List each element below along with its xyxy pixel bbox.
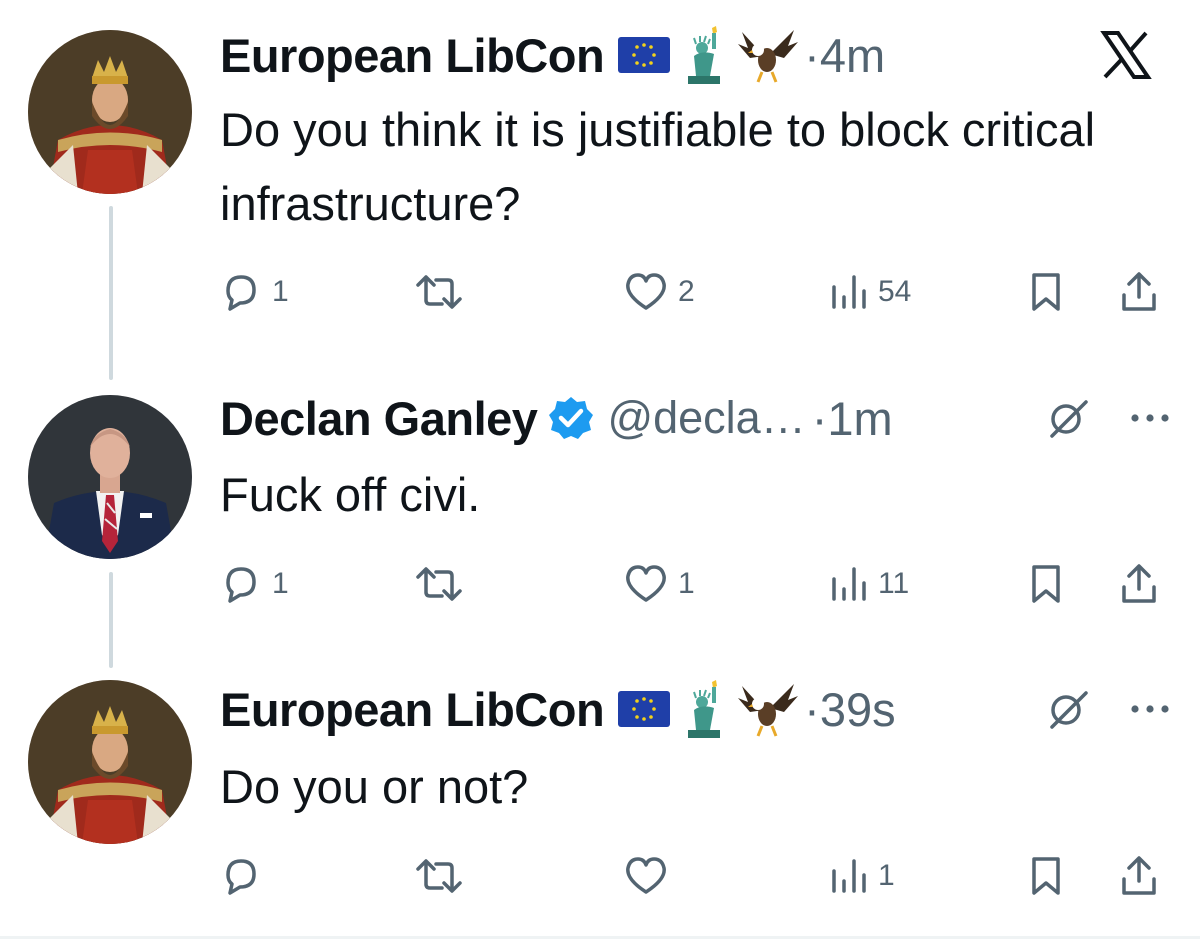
name-emojis	[618, 24, 799, 86]
like-button[interactable]	[622, 852, 678, 900]
author-name[interactable]: European LibCon	[220, 682, 605, 737]
avatar-portrait	[28, 395, 192, 559]
action-bar: 1 2 54	[218, 268, 1178, 316]
timestamp[interactable]: 39s	[820, 682, 896, 737]
tweet[interactable]: European LibCon	[0, 670, 1200, 936]
share-button[interactable]	[1116, 268, 1162, 316]
author-handle[interactable]: @decla…	[607, 392, 805, 444]
eu-flag-icon	[618, 37, 671, 73]
share-button[interactable]	[1116, 852, 1162, 900]
bookmark-button[interactable]	[1026, 560, 1066, 608]
action-bar: 1	[218, 852, 1178, 900]
tweet-header: Declan Ganley @decla… · 1m	[220, 387, 1170, 449]
author-name[interactable]: European LibCon	[220, 28, 605, 83]
reply-icon	[226, 859, 256, 895]
views-button[interactable]: 11	[826, 560, 909, 608]
timestamp[interactable]: 4m	[820, 28, 885, 83]
bookmark-button[interactable]	[1026, 852, 1066, 900]
like-button[interactable]: 2	[622, 268, 695, 316]
reply-button[interactable]: 1	[218, 560, 289, 608]
share-icon	[1122, 856, 1156, 895]
bookmark-icon	[1032, 857, 1060, 895]
views-count: 54	[878, 275, 912, 308]
statue-of-liberty-icon	[688, 680, 721, 738]
avatar-king-portrait	[28, 680, 192, 844]
separator-dot: ·	[804, 28, 820, 82]
name-emojis	[618, 678, 799, 740]
separator-dot: ·	[804, 682, 820, 736]
views-icon	[832, 275, 866, 309]
views-button[interactable]: 1	[826, 852, 895, 900]
reply-button[interactable]	[218, 852, 272, 900]
grok-icon[interactable]	[1046, 687, 1090, 731]
eagle-icon	[738, 30, 799, 83]
views-icon	[832, 567, 866, 601]
reply-count: 1	[272, 567, 289, 600]
share-icon	[1122, 272, 1156, 311]
action-bar: 1 1 11	[218, 560, 1178, 608]
more-options-icon[interactable]	[1130, 703, 1170, 715]
repost-button[interactable]	[414, 852, 464, 900]
bookmark-icon	[1032, 273, 1060, 311]
verified-badge-icon	[549, 397, 594, 439]
like-count: 2	[678, 275, 695, 308]
more-options-icon[interactable]	[1130, 412, 1170, 424]
views-count: 11	[878, 567, 910, 600]
views-button[interactable]: 54	[826, 268, 911, 316]
avatar[interactable]	[28, 680, 192, 844]
tweet[interactable]: European LibCon	[0, 0, 1200, 370]
x-logo-icon[interactable]	[1100, 31, 1152, 79]
heart-icon	[626, 565, 666, 602]
tweet-text: Do you think it is justifiable to block …	[220, 103, 1096, 230]
tweet-text: Do you or not?	[220, 760, 529, 813]
tweet-header: European LibCon	[220, 678, 1170, 740]
statue-of-liberty-icon	[688, 26, 721, 84]
separator-dot: ·	[811, 391, 828, 445]
bookmark-icon	[1032, 565, 1060, 603]
repost-button[interactable]	[414, 560, 464, 608]
reply-icon	[226, 567, 256, 603]
share-icon	[1122, 564, 1156, 603]
tweet-text: Fuck off civi.	[220, 468, 481, 521]
heart-icon	[626, 857, 666, 894]
views-count: 1	[878, 859, 895, 892]
like-button[interactable]: 1	[622, 560, 695, 608]
eu-flag-icon	[618, 691, 671, 727]
repost-icon	[416, 275, 462, 309]
avatar[interactable]	[28, 395, 192, 559]
heart-icon	[626, 273, 666, 310]
bookmark-button[interactable]	[1026, 268, 1066, 316]
tweet[interactable]: Declan Ganley @decla… · 1m Fuck off civi…	[0, 370, 1200, 670]
reply-count: 1	[272, 275, 289, 308]
repost-button[interactable]	[414, 268, 464, 316]
like-count: 1	[678, 567, 695, 600]
share-button[interactable]	[1116, 560, 1162, 608]
eagle-icon	[738, 684, 799, 737]
reply-button[interactable]: 1	[218, 268, 289, 316]
author-name[interactable]: Declan Ganley	[220, 391, 538, 446]
repost-icon	[416, 859, 462, 893]
timestamp[interactable]: 1m	[827, 391, 892, 446]
reply-icon	[226, 275, 256, 311]
tweet-header: European LibCon	[220, 24, 1170, 86]
repost-icon	[416, 567, 462, 601]
avatar-king-portrait	[28, 30, 192, 194]
grok-icon[interactable]	[1046, 396, 1090, 440]
views-icon	[832, 859, 866, 893]
avatar[interactable]	[28, 30, 192, 194]
